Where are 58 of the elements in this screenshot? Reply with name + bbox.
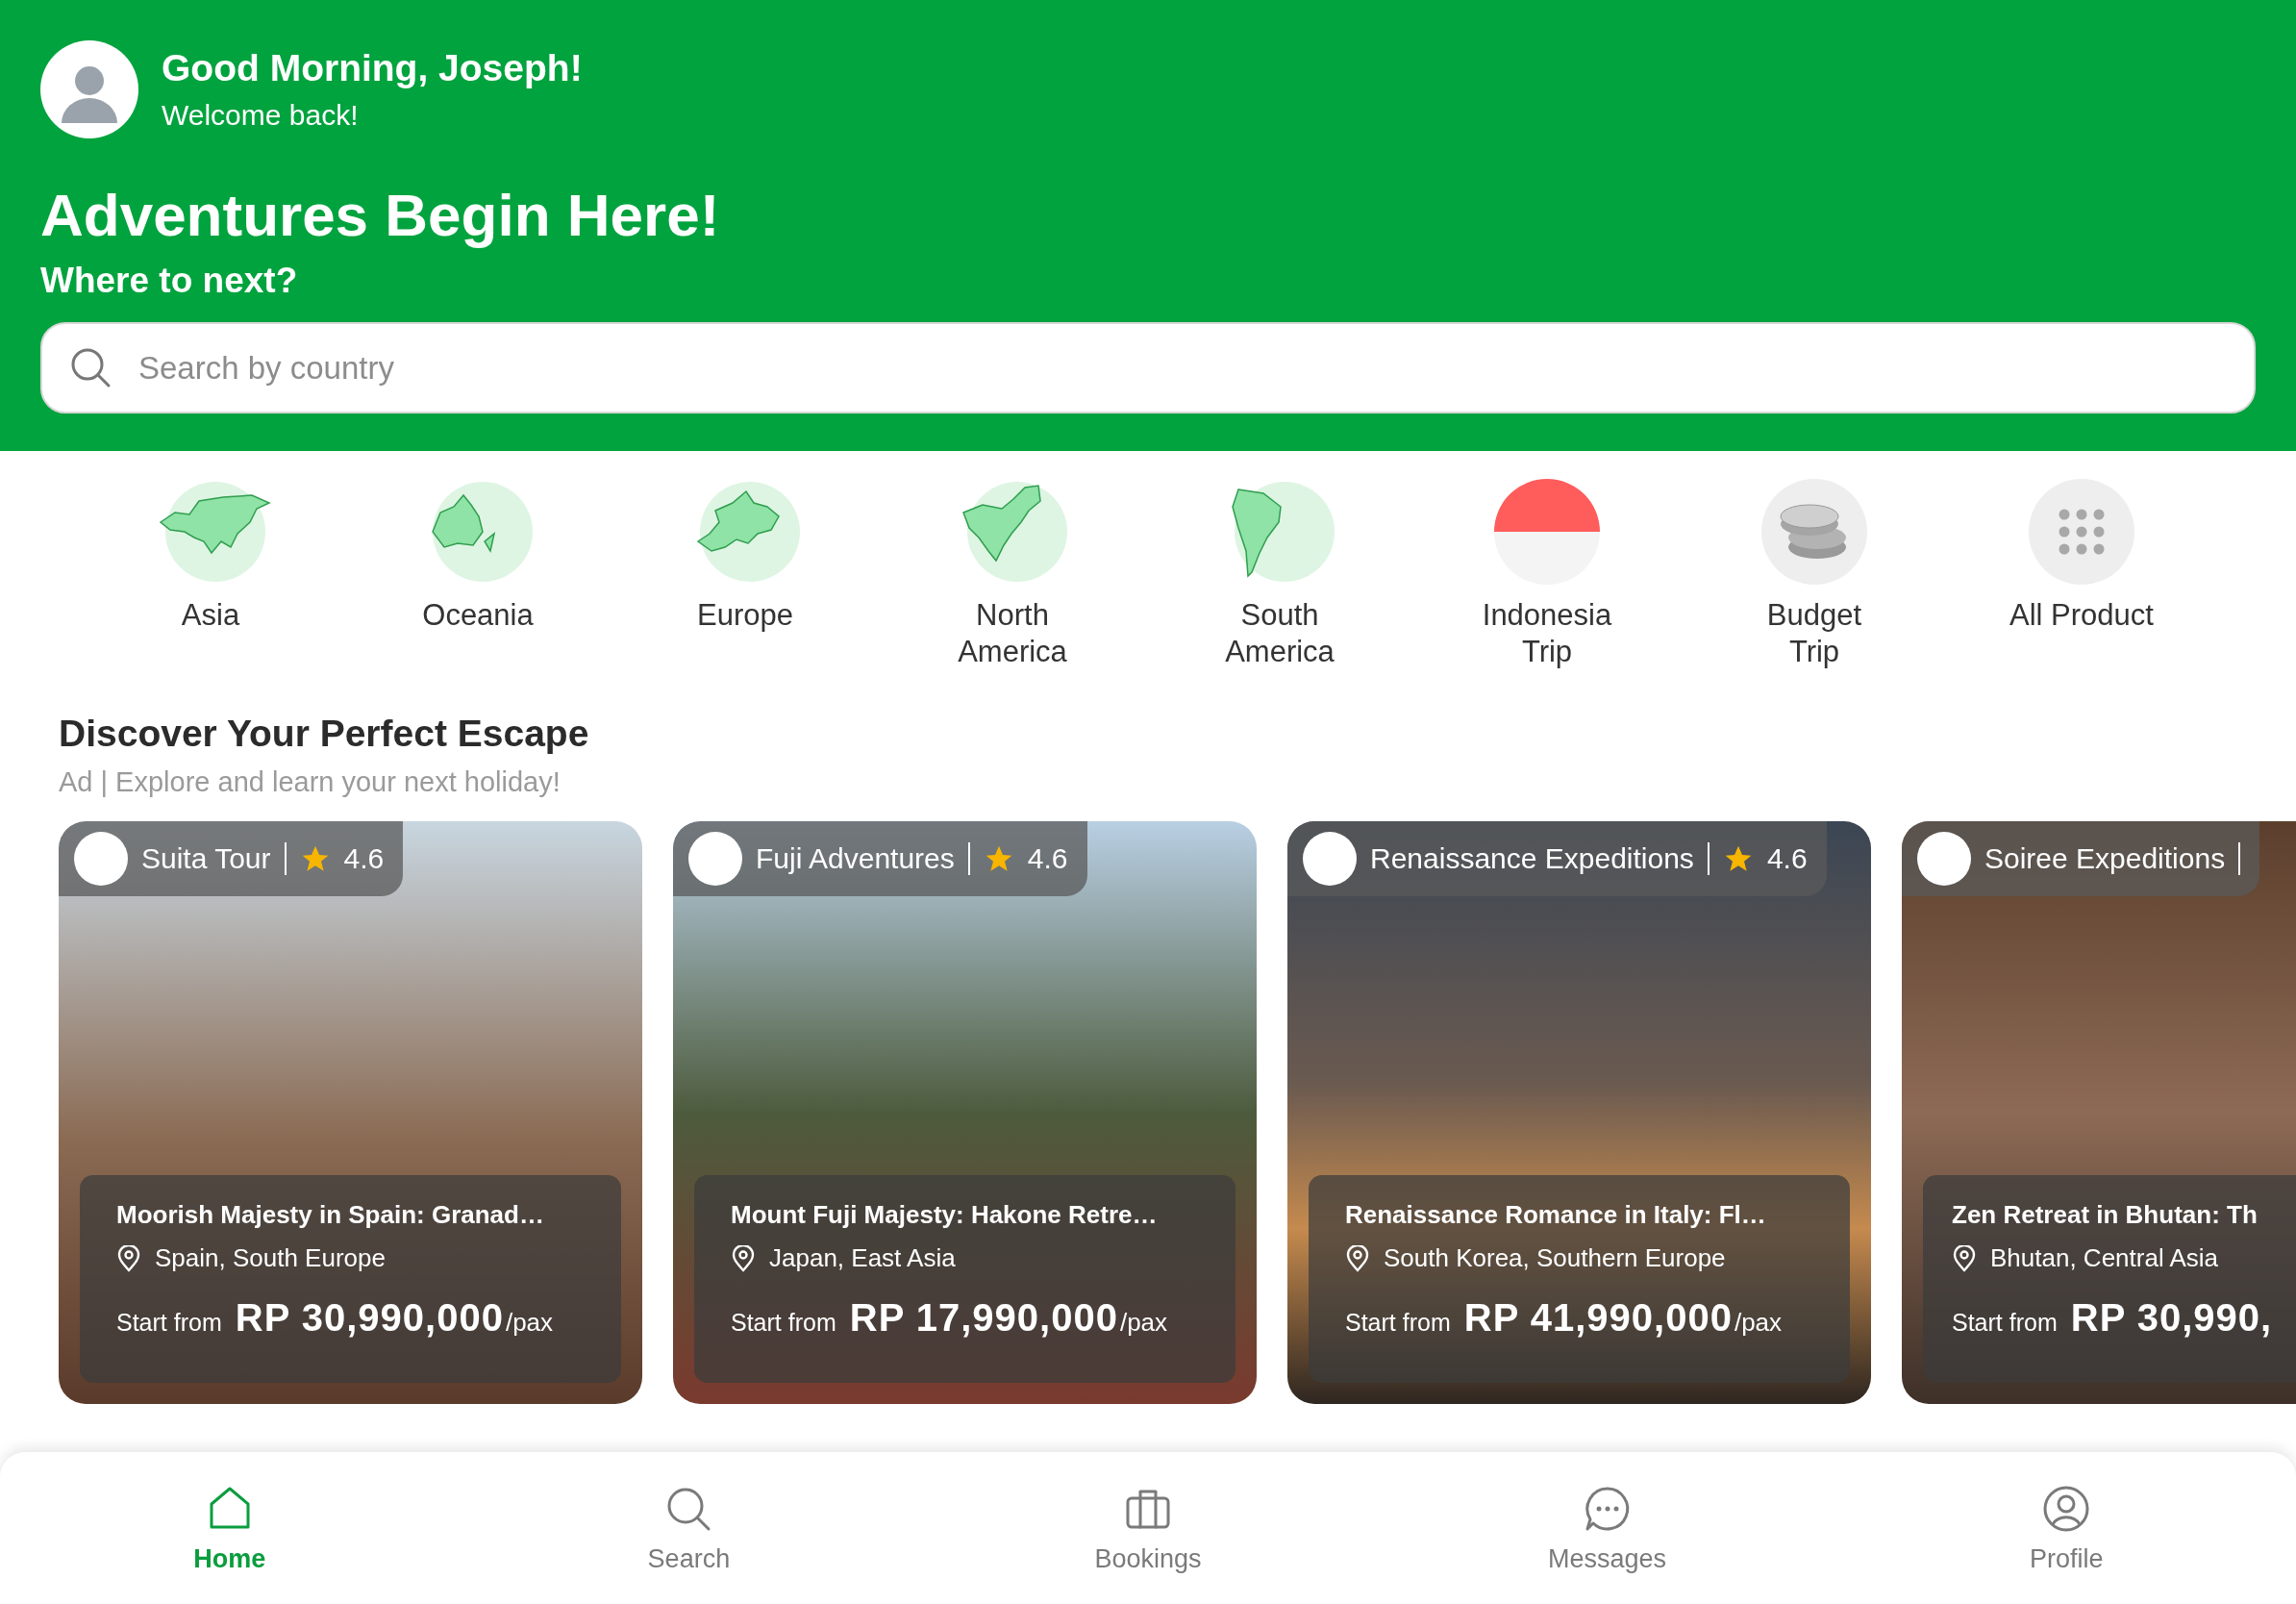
tour-card[interactable]: Fuji Adventures 4.6 Mount Fuji Majesty: Hakone Retre… Japan, East Asia Start from RP 17,990,000/pax <box>673 821 1257 1404</box>
price-label: Start from <box>116 1309 222 1337</box>
tour-card[interactable]: Soiree Expeditions Zen Retreat in Bhutan: Th Bhutan, Central Asia Start from RP 30,990, <box>1902 821 2296 1404</box>
category-label[interactable]: North America <box>940 597 1085 670</box>
prompt-text: Where to next? <box>40 261 299 301</box>
section-subtitle: Ad | Explore and learn your next holiday! <box>59 766 562 798</box>
agency-logo <box>1303 832 1357 886</box>
price-text: RP 17,990,000 <box>849 1296 1118 1340</box>
tour-title: Mount Fuji Majesty: Hakone Retre… <box>731 1200 1158 1230</box>
location-pin-icon <box>1952 1244 1977 1272</box>
search-field[interactable]: Search by country <box>40 322 2256 414</box>
welcome-text: Welcome back! <box>162 99 360 132</box>
tour-title: Zen Retreat in Bhutan: Th <box>1952 1200 2258 1230</box>
category-label[interactable]: Europe <box>673 597 817 634</box>
category-label[interactable]: South America <box>1208 597 1352 670</box>
location-pin-icon <box>731 1244 756 1272</box>
nav-tab[interactable]: Bookings <box>918 1452 1378 1604</box>
greeting-text: Good Morning, Joseph! <box>162 47 583 89</box>
location-text: Spain, South Europe <box>155 1243 386 1273</box>
category-label[interactable]: Budget Trip <box>1742 597 1886 670</box>
price-text: RP 41,990,000 <box>1463 1296 1733 1340</box>
tour-card[interactable]: Suita Tour 4.6 Moorish Majesty in Spain: Granad… Spain, South Europe Start from RP 30,990,000/pax <box>59 821 642 1404</box>
rating-text: 4.6 <box>1027 842 1068 875</box>
agency-name: Soiree Expeditions <box>1984 842 2226 875</box>
tour-title: Renaissance Romance in Italy: Fl… <box>1345 1200 1766 1230</box>
nav-tab[interactable]: Messages <box>1377 1452 1837 1604</box>
agency-logo <box>1917 832 1971 886</box>
agency-name: Fuji Adventures <box>756 842 955 875</box>
price-label: Start from <box>1952 1309 2058 1337</box>
agency-logo <box>74 832 128 886</box>
location-pin-icon <box>116 1244 141 1272</box>
nav-tab[interactable]: Search <box>459 1452 919 1604</box>
agency-name: Renaissance Expeditions <box>1370 842 1694 875</box>
price-unit: /pax <box>1734 1308 1783 1338</box>
page-title: Adventures Begin Here! <box>40 181 721 249</box>
price-unit: /pax <box>505 1308 554 1338</box>
location-pin-icon <box>1345 1244 1370 1272</box>
nav-tab[interactable]: Profile <box>1836 1452 2296 1604</box>
price-text: RP 30,990, <box>2070 1296 2273 1340</box>
category-label[interactable]: Oceania <box>406 597 550 634</box>
price-unit: /pax <box>1119 1308 1168 1338</box>
section-title: Discover Your Perfect Escape <box>59 713 590 755</box>
rating-text: 4.6 <box>343 842 385 875</box>
agency-logo <box>688 832 742 886</box>
agency-name: Suita Tour <box>141 842 271 875</box>
location-text: Bhutan, Central Asia <box>1990 1243 2219 1273</box>
category-label[interactable]: All Product <box>2009 597 2154 634</box>
nav-tab[interactable]: Home <box>0 1452 460 1604</box>
price-label: Start from <box>1345 1309 1451 1337</box>
tour-title: Moorish Majesty in Spain: Granad… <box>116 1200 544 1230</box>
category-label[interactable]: Asia <box>138 597 283 634</box>
category-label[interactable]: Indonesia Trip <box>1475 597 1619 670</box>
tour-card[interactable]: Renaissance Expeditions 4.6 Renaissance Romance in Italy: Fl… South Korea, Southern Europe Start from RP 41,990,000/pax <box>1287 821 1871 1404</box>
price-text: RP 30,990,000 <box>235 1296 504 1340</box>
rating-text: 4.6 <box>1766 842 1808 875</box>
price-label: Start from <box>731 1309 836 1337</box>
location-text: Japan, East Asia <box>769 1243 956 1273</box>
location-text: South Korea, Southern Europe <box>1384 1243 1726 1273</box>
